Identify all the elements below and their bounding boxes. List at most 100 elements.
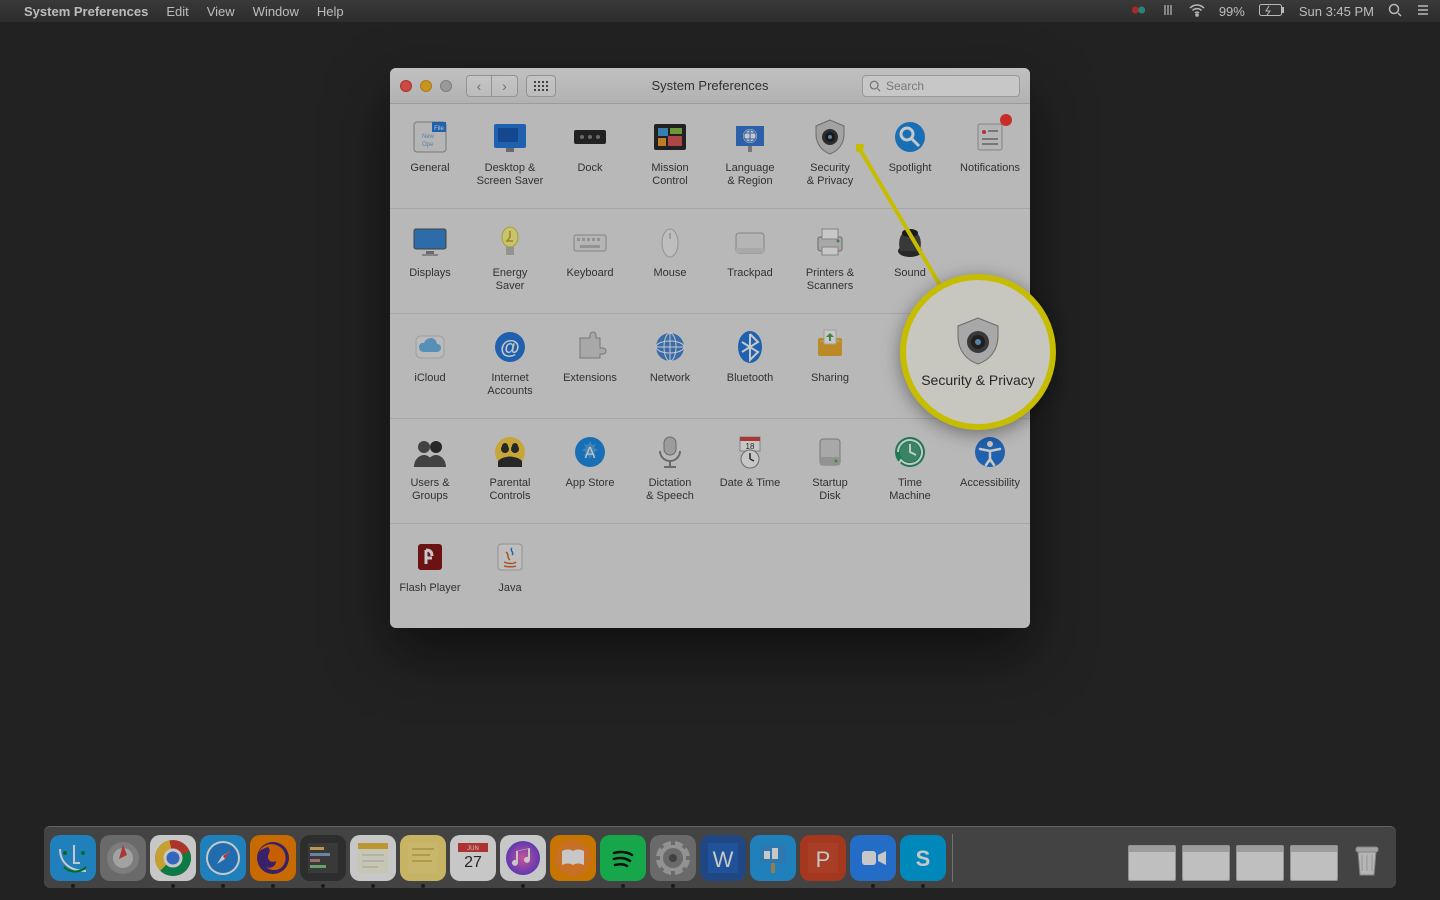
dock-minimized-window[interactable] (1182, 845, 1230, 881)
dock-keynote[interactable] (750, 835, 796, 881)
dock-finder[interactable] (50, 835, 96, 881)
pref-label: Date & Time (720, 477, 781, 490)
search-input[interactable]: Search (862, 75, 1020, 97)
show-all-button[interactable] (526, 75, 556, 97)
pref-datetime[interactable]: 18Date & Time (710, 419, 790, 523)
dock-minimized-window[interactable] (1236, 845, 1284, 881)
dock-safari[interactable] (200, 835, 246, 881)
dock-powerpoint[interactable]: P (800, 835, 846, 881)
menu-window[interactable]: Window (253, 4, 299, 19)
mouse-icon (650, 223, 690, 261)
wifi-icon[interactable] (1189, 3, 1205, 20)
pref-parental[interactable]: Parental Controls (470, 419, 550, 523)
pref-displays[interactable]: Displays (390, 209, 470, 313)
dock-sysprefs[interactable] (650, 835, 696, 881)
puzzle-icon (570, 328, 610, 366)
menubar-extra-2-icon[interactable] (1161, 3, 1175, 20)
bluetooth-icon (730, 328, 770, 366)
notification-center-icon[interactable] (1416, 3, 1430, 20)
dock-notes[interactable] (350, 835, 396, 881)
menubar-extra-1-icon[interactable] (1131, 3, 1147, 20)
window-titlebar: ‹ › System Preferences Search (390, 68, 1030, 104)
pref-network[interactable]: Network (630, 314, 710, 418)
pref-printers[interactable]: Printers & Scanners (790, 209, 870, 313)
pref-label: Language & Region (726, 162, 775, 188)
window-minimize-button[interactable] (420, 80, 432, 92)
pref-timemachine[interactable]: Time Machine (870, 419, 950, 523)
pref-label: Parental Controls (490, 477, 531, 503)
battery-percent[interactable]: 99% (1219, 4, 1245, 19)
appstore-icon: A (570, 433, 610, 471)
pref-security[interactable]: Security & Privacy (790, 104, 870, 208)
dock-minimized-window[interactable] (1128, 845, 1176, 881)
badge-icon (1000, 114, 1012, 126)
pref-label: Extensions (563, 372, 617, 385)
disk-icon (810, 433, 850, 471)
pref-dictation[interactable]: Dictation & Speech (630, 419, 710, 523)
timemachine-icon (890, 433, 930, 471)
dock-itunes[interactable] (500, 835, 546, 881)
pref-general[interactable]: FileNewOpeGeneral (390, 104, 470, 208)
pref-label: Desktop & Screen Saver (477, 162, 544, 188)
pref-appstore[interactable]: A App Store (550, 419, 630, 523)
network-icon (650, 328, 690, 366)
dock-stickies[interactable] (400, 835, 446, 881)
menubar-clock[interactable]: Sun 3:45 PM (1299, 4, 1374, 19)
dock-calendar[interactable]: JUN27 (450, 835, 496, 881)
pref-dock[interactable]: Dock (550, 104, 630, 208)
pref-label: App Store (566, 477, 615, 490)
pref-label: Mission Control (651, 162, 688, 188)
pref-accessibility[interactable]: Accessibility (950, 419, 1030, 523)
pref-label: Trackpad (727, 267, 772, 280)
pref-sharing[interactable]: Sharing (790, 314, 870, 418)
pref-bluetooth[interactable]: Bluetooth (710, 314, 790, 418)
window-zoom-button[interactable] (440, 80, 452, 92)
spotlight-menu-icon[interactable] (1388, 3, 1402, 20)
search-placeholder: Search (886, 79, 924, 93)
dock-sublime[interactable] (300, 835, 346, 881)
pref-internet[interactable]: @Internet Accounts (470, 314, 550, 418)
dock-minimized-window[interactable] (1290, 845, 1338, 881)
pref-mission[interactable]: Mission Control (630, 104, 710, 208)
flash-icon (410, 538, 450, 576)
pref-notifications[interactable]: Notifications (950, 104, 1030, 208)
pref-spotlight[interactable]: Spotlight (870, 104, 950, 208)
dock-spotify[interactable] (600, 835, 646, 881)
dock-skype[interactable]: S (900, 835, 946, 881)
pref-java[interactable]: Java (470, 524, 550, 628)
dock-zoom[interactable] (850, 835, 896, 881)
svg-text:@: @ (500, 337, 520, 359)
accessibility-icon (970, 433, 1010, 471)
pref-mouse[interactable]: Mouse (630, 209, 710, 313)
dock-word[interactable]: W (700, 835, 746, 881)
pref-desktop[interactable]: Desktop & Screen Saver (470, 104, 550, 208)
callout-security-privacy: Security & Privacy (900, 274, 1056, 430)
pref-extensions[interactable]: Extensions (550, 314, 630, 418)
pref-keyboard[interactable]: Keyboard (550, 209, 630, 313)
dock-trash[interactable] (1344, 835, 1390, 881)
dock-launchpad[interactable] (100, 835, 146, 881)
pref-startup[interactable]: Startup Disk (790, 419, 870, 523)
dock-chrome[interactable] (150, 835, 196, 881)
dock-ibooks[interactable] (550, 835, 596, 881)
pref-language[interactable]: Language & Region (710, 104, 790, 208)
keyboard-icon (570, 223, 610, 261)
pref-label: Time Machine (889, 477, 931, 503)
callout-label: Security & Privacy (921, 372, 1035, 389)
pref-flash[interactable]: Flash Player (390, 524, 470, 628)
forward-button[interactable]: › (492, 75, 518, 97)
menu-view[interactable]: View (207, 4, 235, 19)
pref-icloud[interactable]: iCloud (390, 314, 470, 418)
pref-energy[interactable]: Energy Saver (470, 209, 550, 313)
menu-help[interactable]: Help (317, 4, 344, 19)
menu-edit[interactable]: Edit (166, 4, 188, 19)
pref-label: Spotlight (889, 162, 932, 175)
back-button[interactable]: ‹ (466, 75, 492, 97)
battery-icon[interactable] (1259, 3, 1285, 20)
dock-firefox[interactable] (250, 835, 296, 881)
window-close-button[interactable] (400, 80, 412, 92)
menu-app-name[interactable]: System Preferences (24, 4, 148, 19)
pref-label: Keyboard (566, 267, 613, 280)
pref-users[interactable]: Users & Groups (390, 419, 470, 523)
pref-trackpad[interactable]: Trackpad (710, 209, 790, 313)
